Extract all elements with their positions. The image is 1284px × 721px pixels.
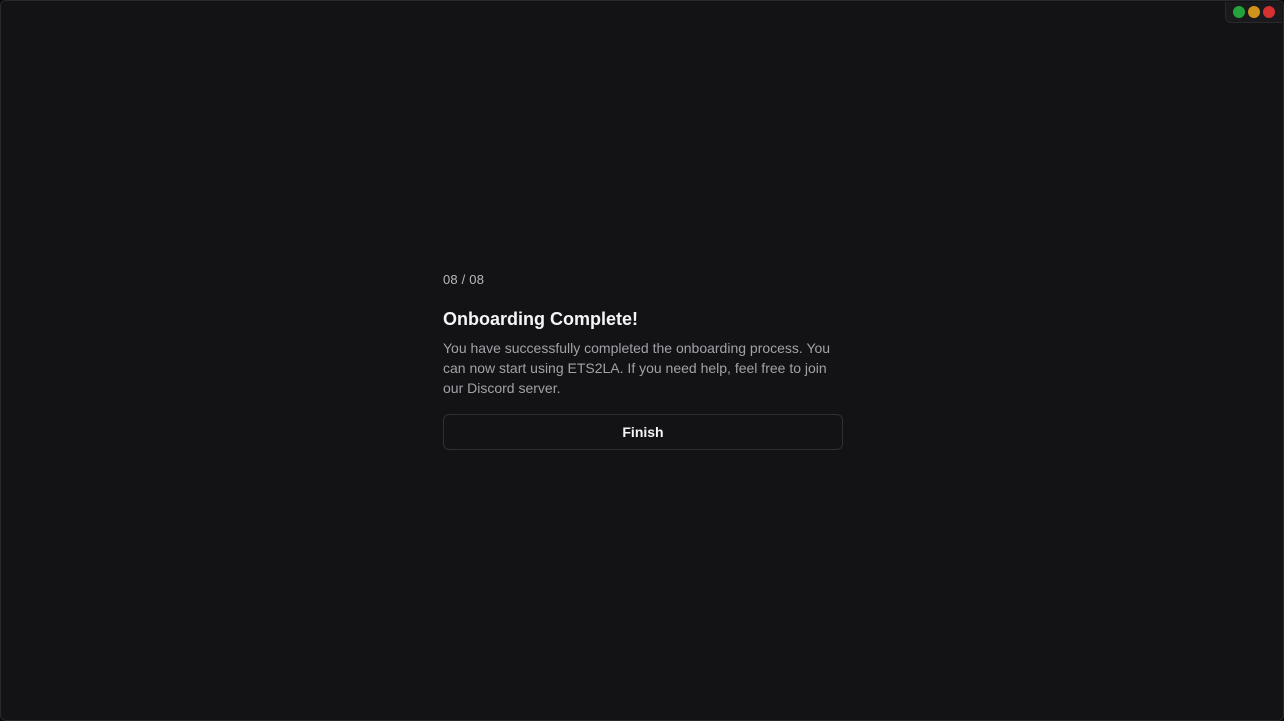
page-title: Onboarding Complete! — [443, 309, 638, 329]
window-controls — [1225, 2, 1282, 23]
close-dot-icon[interactable] — [1263, 6, 1275, 18]
app-window: 08 / 08 Onboarding Complete! You have su… — [0, 0, 1284, 721]
finish-button[interactable]: Finish — [443, 414, 843, 450]
maximize-dot-icon[interactable] — [1248, 6, 1260, 18]
onboarding-description: You have successfully completed the onbo… — [443, 340, 831, 396]
minimize-dot-icon[interactable] — [1233, 6, 1245, 18]
onboarding-panel: 08 / 08 Onboarding Complete! You have su… — [443, 271, 843, 450]
step-indicator: 08 / 08 — [443, 272, 485, 287]
